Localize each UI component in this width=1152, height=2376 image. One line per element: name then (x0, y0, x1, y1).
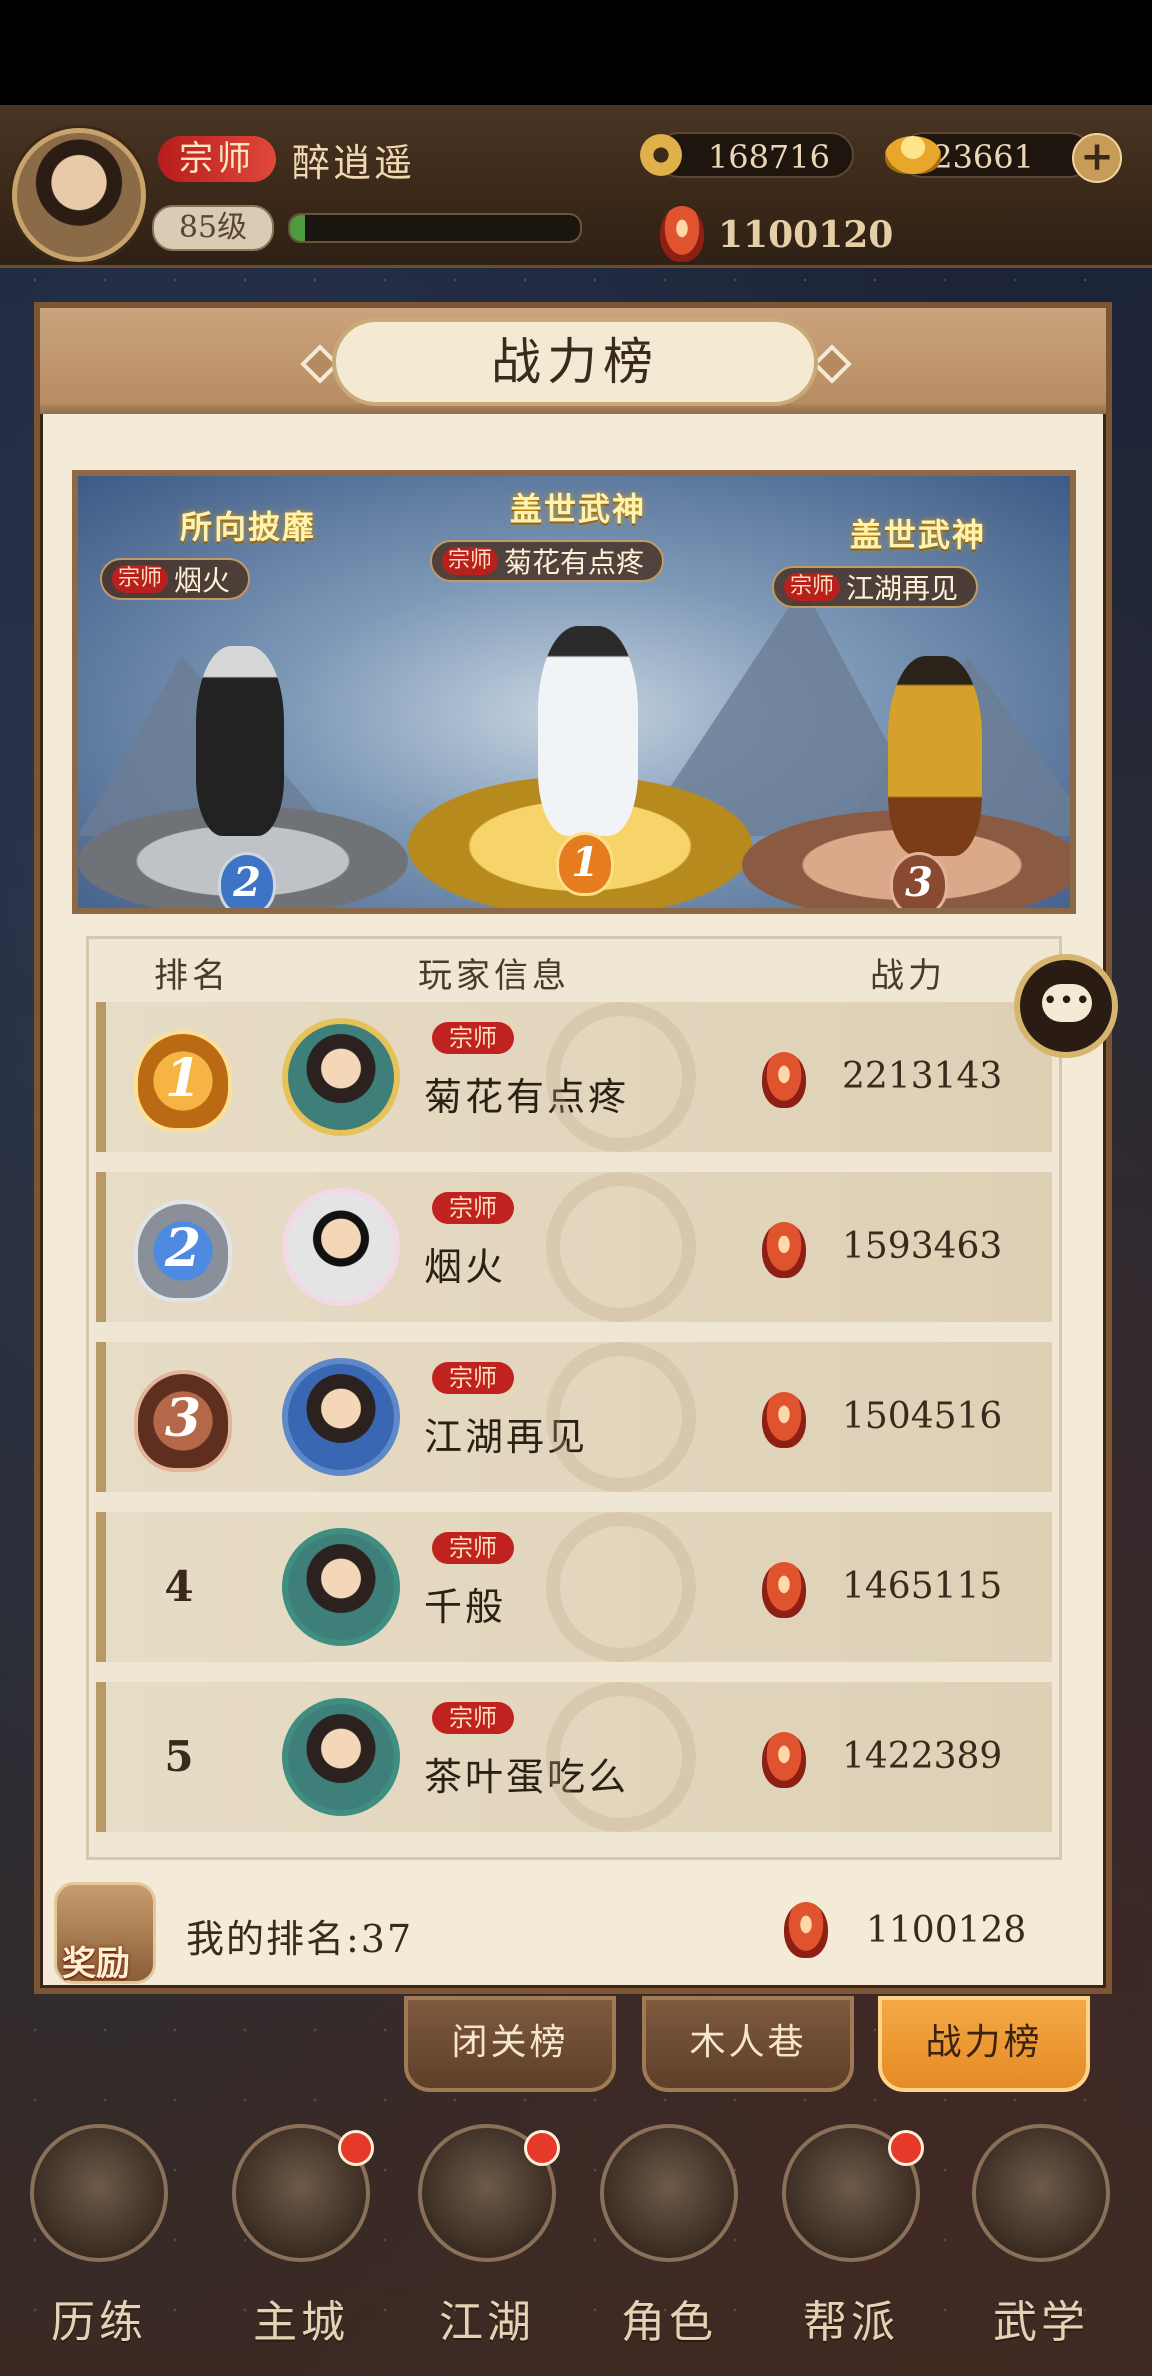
power-icon (784, 1902, 828, 1958)
notification-dot (888, 2130, 924, 2166)
podium-third-title: 宗师 (784, 573, 840, 601)
character-icon (600, 2124, 738, 2262)
hero-second[interactable] (196, 646, 284, 836)
nav-guild[interactable]: 帮派 (776, 2124, 926, 2364)
player-power: 1504516 (842, 1396, 1003, 1437)
exp-bar (288, 213, 582, 243)
honor-first: 盖世武神 (509, 490, 646, 528)
podium-second-plate: 宗师 烟火 (100, 558, 251, 600)
chat-dots-icon: ••• (1042, 986, 1092, 1016)
power-icon (660, 206, 704, 262)
nav-label: 历练 (51, 2297, 147, 2348)
nav-label: 江湖 (439, 2297, 535, 2348)
honor-third: 盖世武神 (849, 516, 986, 554)
nav-label: 武学 (993, 2297, 1089, 2348)
ingot-icon (885, 136, 941, 174)
player-power: 1422389 (842, 1736, 1003, 1777)
panel-title: 战力榜 (332, 318, 818, 406)
nav-main-city[interactable]: 主城 (226, 2124, 376, 2364)
my-rank: 我的排名:37 (186, 1917, 414, 1961)
coin-counter: 168716 (656, 132, 854, 178)
sect-title-badge: 宗师 (432, 1702, 514, 1734)
power-icon (762, 1562, 806, 1618)
power-icon (762, 1052, 806, 1108)
hero-third[interactable] (888, 656, 982, 856)
rank-medal-silver: 2 (134, 1200, 232, 1302)
player-name: 江湖再见 (424, 1415, 589, 1459)
header-player-info: 玩家信息 (418, 956, 570, 996)
player-level: 85级 (152, 205, 274, 251)
nav-label: 主城 (253, 2297, 349, 2348)
sect-title-badge: 宗师 (432, 1192, 514, 1224)
rank-number: 4 (164, 1562, 194, 1611)
nav-training[interactable]: 历练 (24, 2124, 174, 2364)
nav-label: 角色 (621, 2297, 717, 2348)
player-name: 茶叶蛋吃么 (424, 1755, 630, 1799)
nav-jianghu[interactable]: 江湖 (412, 2124, 562, 2364)
rank-medal-gold: 1 (134, 1030, 232, 1132)
player-power: 1593463 (842, 1226, 1003, 1267)
podium-third-plate: 宗师 江湖再见 (772, 566, 979, 608)
reward-label[interactable]: 奖励 (62, 1936, 130, 1985)
tab-power-ranking[interactable]: 战力榜 (878, 1996, 1090, 2092)
hero-first[interactable] (538, 626, 638, 836)
avatar[interactable] (282, 1358, 400, 1476)
podium-second-name: 烟火 (174, 564, 231, 597)
player-name: 千般 (424, 1585, 507, 1629)
podium-rank-first: 1 (556, 832, 614, 896)
table-row[interactable]: 4 宗师 千般 1465115 (96, 1512, 1052, 1662)
header-power: 战力 (870, 956, 946, 996)
player-name: 烟火 (424, 1245, 507, 1289)
rank-medal-bronze: 3 (134, 1370, 232, 1472)
tab-retreat-ranking[interactable]: 闭关榜 (404, 1996, 616, 2092)
player-name: 醉逍遥 (292, 141, 416, 185)
avatar[interactable] (282, 1018, 400, 1136)
podium-banner: 所向披靡 盖世武神 盖世武神 宗师 烟火 宗师 菊花有点疼 宗师 江湖再见 2 … (72, 470, 1076, 914)
sect-title-badge: 宗师 (432, 1532, 514, 1564)
podium-rank-second: 2 (218, 852, 276, 908)
player-avatar[interactable] (12, 128, 146, 262)
player-name: 菊花有点疼 (424, 1075, 630, 1119)
table-row[interactable]: 5 宗师 茶叶蛋吃么 1422389 (96, 1682, 1052, 1832)
podium-third-name: 江湖再见 (846, 572, 959, 605)
training-icon (30, 2124, 168, 2262)
player-power: 1100120 (718, 214, 894, 256)
avatar[interactable] (282, 1528, 400, 1646)
exp-fill (290, 215, 305, 241)
power-icon (762, 1392, 806, 1448)
tab-wooden-lane[interactable]: 木人巷 (642, 1996, 854, 2092)
avatar[interactable] (282, 1188, 400, 1306)
nav-martial-arts[interactable]: 武学 (966, 2124, 1116, 2364)
scroll-icon (972, 2124, 1110, 2262)
podium-first-plate: 宗师 菊花有点疼 (430, 540, 665, 582)
power-icon (762, 1732, 806, 1788)
honor-second: 所向披靡 (179, 508, 316, 546)
player-title-badge: 宗师 (158, 136, 276, 182)
table-row[interactable]: 1 宗师 菊花有点疼 2213143 (96, 1002, 1052, 1152)
player-power: 1465115 (842, 1566, 1003, 1607)
nav-character[interactable]: 角色 (594, 2124, 744, 2364)
header-rank: 排名 (154, 956, 230, 996)
sect-title-badge: 宗师 (432, 1362, 514, 1394)
podium-first-title: 宗师 (442, 547, 498, 575)
notification-dot (524, 2130, 560, 2166)
podium-second-title: 宗师 (112, 565, 168, 593)
notification-dot (338, 2130, 374, 2166)
power-icon (762, 1222, 806, 1278)
add-ingot-button[interactable]: + (1072, 133, 1122, 183)
table-row[interactable]: 2 宗师 烟火 1593463 (96, 1172, 1052, 1322)
podium-rank-third: 3 (890, 852, 948, 908)
nav-label: 帮派 (803, 2297, 899, 2348)
chat-button[interactable]: ••• (1014, 954, 1118, 1058)
my-power: 1100128 (866, 1910, 1027, 1951)
rank-number: 5 (164, 1732, 194, 1781)
player-power: 2213143 (842, 1056, 1003, 1097)
avatar[interactable] (282, 1698, 400, 1816)
podium-first-name: 菊花有点疼 (504, 546, 645, 579)
sect-title-badge: 宗师 (432, 1022, 514, 1054)
coin-icon (640, 134, 682, 176)
table-row[interactable]: 3 宗师 江湖再见 1504516 (96, 1342, 1052, 1492)
